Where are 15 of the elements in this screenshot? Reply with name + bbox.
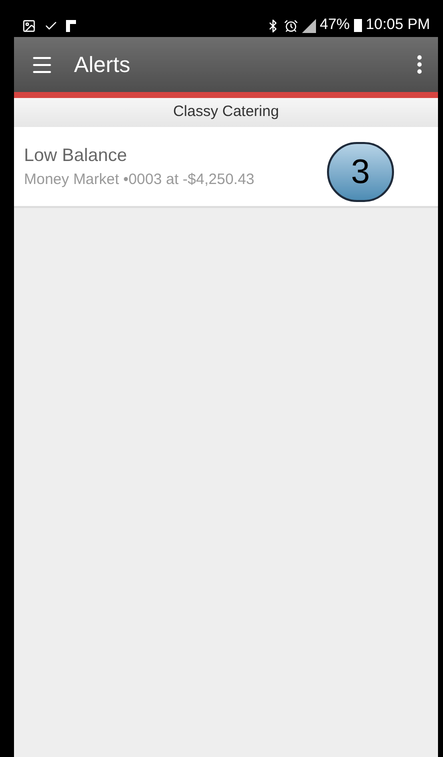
more-options-button[interactable] — [417, 55, 422, 74]
battery-icon — [354, 19, 362, 32]
clock: 10:05 PM — [366, 15, 430, 36]
callout-badge: 3 — [327, 142, 394, 202]
more-icon — [417, 55, 422, 74]
section-header: Classy Catering — [14, 98, 438, 127]
image-icon — [22, 18, 36, 32]
alarm-icon — [284, 18, 298, 32]
alert-title: Low Balance — [24, 144, 128, 167]
alert-item[interactable]: Low Balance Money Market •0003 at -$4,250.43 3 — [14, 127, 438, 208]
signal-icon — [302, 18, 316, 32]
battery-level: 47% — [320, 15, 350, 36]
flag-icon — [66, 20, 76, 32]
toolbar-title: Alerts — [74, 51, 132, 79]
alert-detail: Money Market •0003 at -$4,250.43 — [24, 170, 254, 190]
